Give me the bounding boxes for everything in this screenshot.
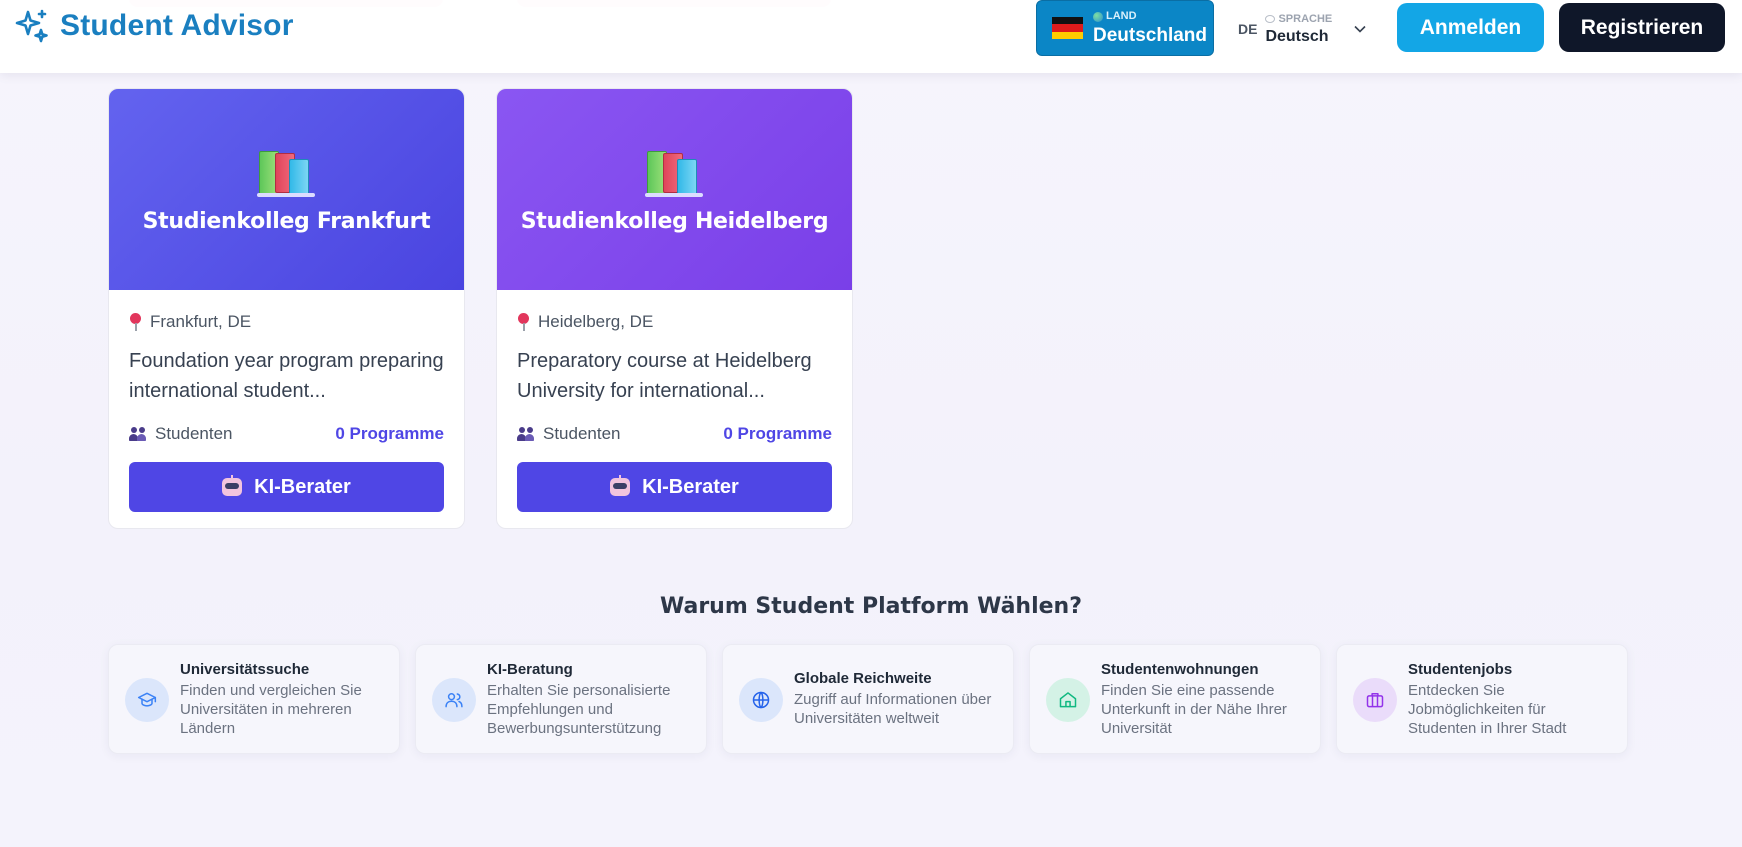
language-label: SPRACHE xyxy=(1278,12,1333,25)
university-card[interactable]: Studienkolleg Frankfurt Frankfurt, DE Fo… xyxy=(108,88,465,529)
students-label: Studenten xyxy=(155,424,233,443)
ai-advisor-label: KI-Berater xyxy=(642,475,739,498)
register-button[interactable]: Registrieren xyxy=(1559,3,1725,52)
speech-bubble-icon xyxy=(1265,15,1276,23)
ai-advisor-label: KI-Berater xyxy=(254,475,351,498)
card-title: Studienkolleg Heidelberg xyxy=(520,209,829,234)
home-icon xyxy=(1046,678,1090,722)
globe-icon xyxy=(1093,11,1103,22)
country-label: LAND xyxy=(1106,10,1137,22)
brand-logo[interactable]: Student Advisor xyxy=(14,8,294,44)
language-code: DE xyxy=(1238,21,1258,37)
feature-global-reach: Globale Reichweite Zugriff auf Informati… xyxy=(722,644,1014,754)
feature-title: KI-Beratung xyxy=(487,661,573,678)
card-location: Frankfurt, DE xyxy=(150,312,252,331)
login-button[interactable]: Anmelden xyxy=(1397,3,1544,52)
feature-student-housing: Studentenwohnungen Finden Sie eine passe… xyxy=(1029,644,1321,754)
books-icon xyxy=(643,141,707,197)
chevron-down-icon xyxy=(1354,22,1366,36)
programs-count[interactable]: 0 Programme xyxy=(335,424,444,444)
feature-title: Studentenwohnungen xyxy=(1101,661,1259,678)
card-description: Preparatory course at Heidelberg Univers… xyxy=(517,350,812,402)
language-selector[interactable]: DE SPRACHE Deutsch xyxy=(1238,8,1378,50)
top-header: Student Advisor LAND Deutschland DE SPRA… xyxy=(0,0,1742,73)
students-icon xyxy=(517,427,535,441)
country-selector[interactable]: LAND Deutschland xyxy=(1036,0,1214,56)
feature-title: Globale Reichweite xyxy=(794,670,932,687)
briefcase-icon xyxy=(1353,678,1397,722)
brand-name: Student Advisor xyxy=(60,9,294,42)
feature-student-jobs: Studentenjobs Entdecken Sie Jobmöglichke… xyxy=(1336,644,1628,754)
feature-title: Universitätssuche xyxy=(180,661,310,678)
card-hero: Studienkolleg Heidelberg xyxy=(497,89,852,290)
language-value: Deutsch xyxy=(1265,27,1329,45)
programs-count[interactable]: 0 Programme xyxy=(723,424,832,444)
feature-university-search: Universitätssuche Finden und vergleichen… xyxy=(108,644,400,754)
feature-description: Zugriff auf Informationen über Universit… xyxy=(794,691,992,727)
books-icon xyxy=(255,141,319,197)
feature-ai-advice: KI-Beratung Erhalten Sie personalisierte… xyxy=(415,644,707,754)
feature-description: Finden Sie eine passende Unterkunft in d… xyxy=(1101,682,1287,737)
students-label: Studenten xyxy=(543,424,621,443)
germany-flag-icon xyxy=(1052,17,1083,39)
country-value: Deutschland xyxy=(1093,25,1208,46)
card-description: Foundation year program preparing intern… xyxy=(129,350,444,402)
feature-description: Erhalten Sie personalisierte Empfehlunge… xyxy=(487,682,671,737)
robot-icon xyxy=(610,475,631,496)
features-section-title: Warum Student Platform Wählen? xyxy=(660,594,1082,619)
card-hero: Studienkolleg Frankfurt xyxy=(109,89,464,290)
ai-advisor-button[interactable]: KI-Berater xyxy=(517,462,832,512)
location-pin-icon xyxy=(517,313,530,331)
ai-advisor-button[interactable]: KI-Berater xyxy=(129,462,444,512)
graduation-cap-icon xyxy=(125,678,169,722)
feature-title: Studentenjobs xyxy=(1408,661,1513,678)
university-card[interactable]: Studienkolleg Heidelberg Heidelberg, DE … xyxy=(496,88,853,529)
robot-icon xyxy=(222,475,243,496)
globe-icon xyxy=(739,678,783,722)
users-icon xyxy=(432,678,476,722)
feature-description: Entdecken Sie Jobmöglichkeiten für Stude… xyxy=(1408,682,1567,737)
sparkles-icon xyxy=(15,9,48,43)
feature-description: Finden und vergleichen Sie Universitäten… xyxy=(180,682,362,737)
location-pin-icon xyxy=(129,313,142,331)
card-location: Heidelberg, DE xyxy=(538,312,654,331)
students-icon xyxy=(129,427,147,441)
card-title: Studienkolleg Frankfurt xyxy=(142,209,431,234)
